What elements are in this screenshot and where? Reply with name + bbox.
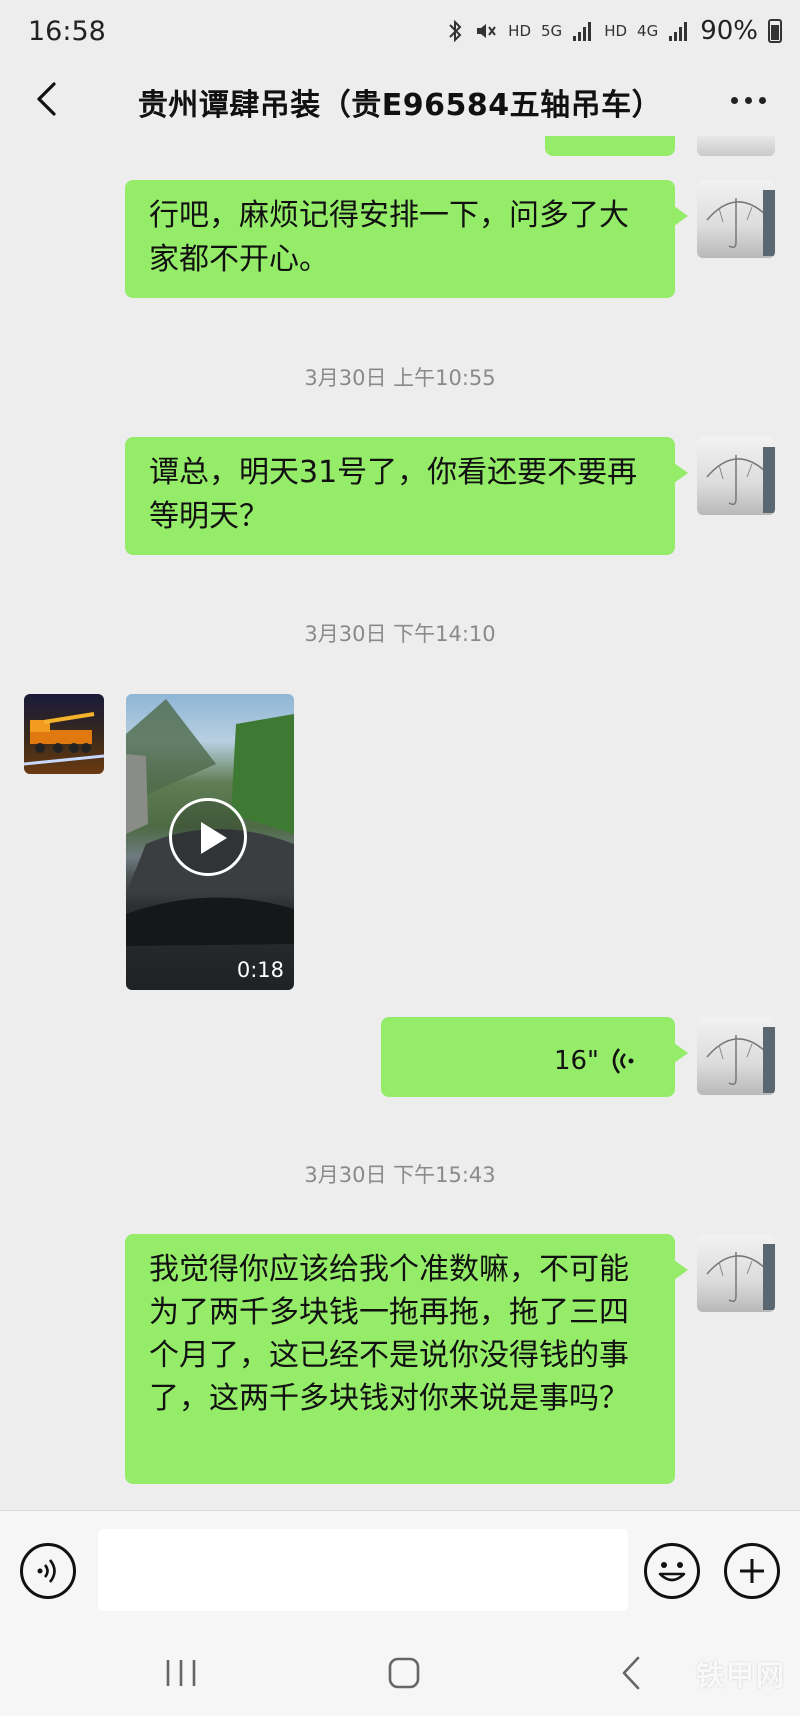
timestamp: 3月30日 下午15:43 [304,1163,496,1187]
system-back-button[interactable] [610,1652,652,1694]
umbrella-icon [706,1244,775,1310]
voice-input-button[interactable] [20,1543,76,1599]
play-icon[interactable] [169,798,247,876]
message-text-input[interactable] [98,1529,628,1611]
network-4g-label: 4G [637,22,659,40]
network-5g-label: 5G [541,22,563,40]
message-text: 行吧，麻烦记得安排一下，问多了大家都不开心。 [149,198,629,277]
battery-percent: 90% [700,16,758,46]
voice-icon [37,1559,56,1583]
chat-messages[interactable]: 行吧，麻烦记得安排一下，问多了大家都不开心。 3月30日 上午10:55 谭总，… [0,136,800,1510]
umbrella-icon [706,190,775,256]
system-navigation-bar: 铁甲网 [0,1630,800,1716]
timestamp: 3月30日 下午14:10 [304,622,496,646]
timestamp: 3月30日 上午10:55 [304,366,496,390]
bluetooth-icon [449,19,462,43]
home-icon [388,1657,420,1689]
back-arrow-icon [622,1656,640,1690]
chat-header: 贵州谭肆吊装（贵E96584五轴吊车） [0,62,800,136]
avatar-self[interactable] [697,1234,775,1312]
crane-truck-icon [24,712,104,766]
hd-label-2: HD [604,22,628,40]
voice-wave-icon [612,1048,634,1074]
video-message[interactable]: 0:18 [126,694,294,990]
mute-icon [477,24,496,38]
more-dots-icon [730,96,738,104]
message-bubble-self[interactable]: 行吧，麻烦记得安排一下，问多了大家都不开心。 [125,180,688,298]
status-icons: HD 5G HD 4G 90% [446,16,782,46]
partial-message-bubble[interactable] [545,136,675,156]
voice-message-bubble[interactable]: 16" [381,1017,688,1097]
umbrella-icon [706,1027,775,1093]
emoji-icon [658,1562,686,1582]
battery-icon [768,19,782,43]
message-bubble-self[interactable]: 谭总，明天31号了，你看还要不要再等明天？ [125,437,688,555]
signal-icon-2 [669,22,688,41]
partial-avatar[interactable] [697,136,775,156]
avatar-self[interactable] [697,1017,775,1095]
status-time: 16:58 [28,15,106,47]
recent-apps-button[interactable] [160,1652,202,1694]
watermark: 铁甲网 [695,1659,786,1692]
emoji-button[interactable] [644,1543,700,1599]
recent-apps-icon [166,1660,196,1686]
more-button[interactable] [724,80,772,120]
more-dot [758,96,766,104]
umbrella-icon [706,447,775,513]
plus-icon [740,1559,764,1583]
message-input-bar [0,1510,800,1630]
message-bubble-self[interactable]: 我觉得你应该给我个准数嘛，不可能为了两千多块钱一拖再拖，拖了三四个月了，这已经不… [125,1234,688,1484]
video-duration: 0:18 [236,958,284,982]
plus-button[interactable] [724,1543,780,1599]
chat-title: 贵州谭肆吊装（贵E96584五轴吊车） [137,88,663,123]
signal-icon [573,22,592,41]
avatar-contact[interactable] [24,694,104,774]
status-bar: 16:58 HD 5G HD 4G 90% [0,0,800,62]
voice-duration: 16" [553,1046,599,1076]
message-text: 我觉得你应该给我个准数嘛，不可能为了两千多块钱一拖再拖，拖了三四个月了，这已经不… [149,1252,629,1416]
home-button[interactable] [383,1652,425,1694]
message-text: 谭总，明天31号了，你看还要不要再等明天？ [149,455,638,534]
hd-label: HD [508,22,532,40]
voice-message-content: 16" [554,1039,635,1083]
avatar-self[interactable] [697,180,775,258]
more-dot [744,96,752,104]
avatar-self[interactable] [697,437,775,515]
